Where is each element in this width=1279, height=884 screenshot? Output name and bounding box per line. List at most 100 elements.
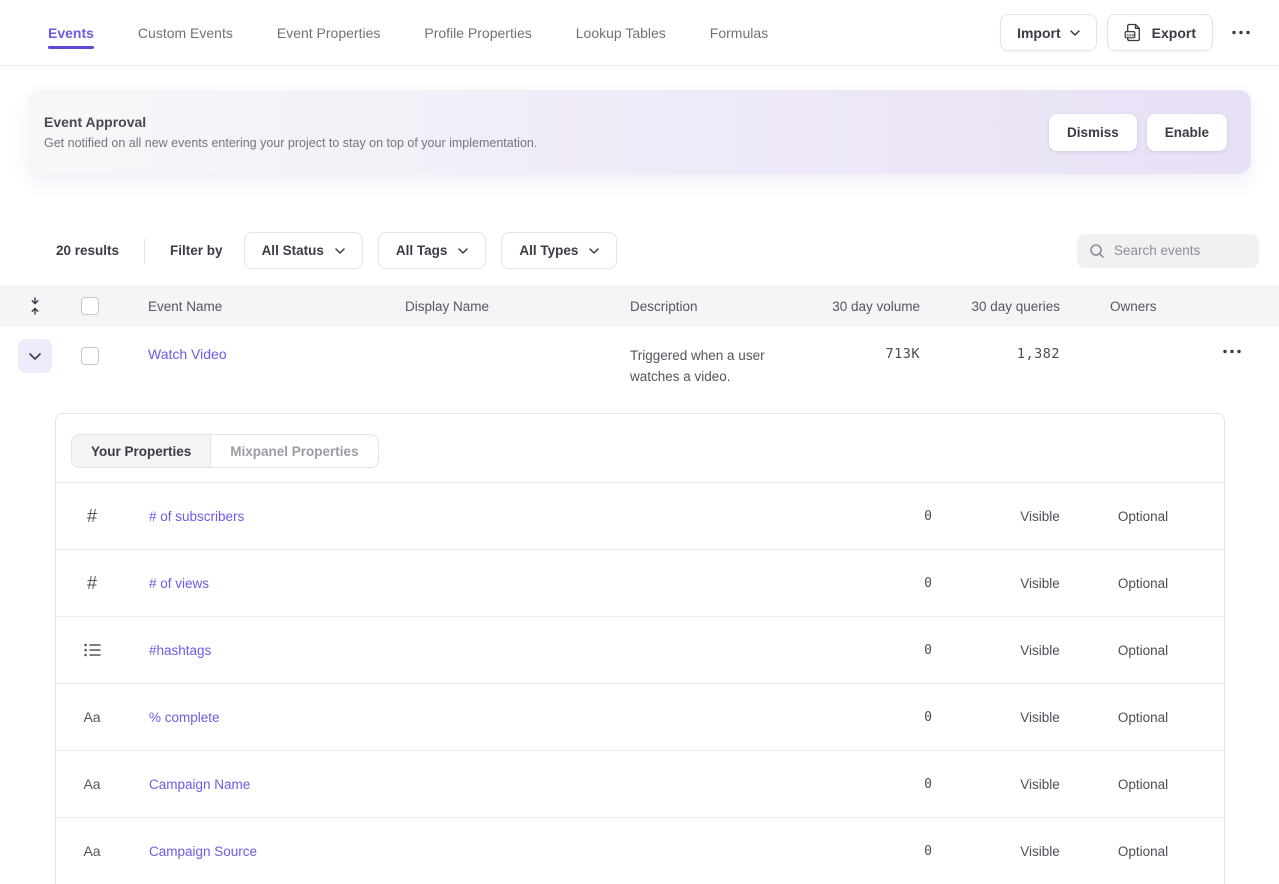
lexicon-page: Events Custom Events Event Properties Pr…: [0, 0, 1279, 884]
row-checkbox[interactable]: [81, 347, 99, 365]
chevron-down-icon: [335, 248, 345, 254]
banner-title: Event Approval: [44, 114, 537, 130]
nav-tabs: Events Custom Events Event Properties Pr…: [48, 0, 768, 65]
tab-event-properties[interactable]: Event Properties: [277, 0, 381, 65]
column-volume: 30 day volume: [822, 299, 920, 314]
property-visibility: Visible: [992, 576, 1088, 591]
row-more-button[interactable]: [1214, 343, 1250, 360]
more-options-button[interactable]: [1223, 24, 1259, 41]
collapse-vertical-icon: [29, 297, 41, 315]
dismiss-button[interactable]: Dismiss: [1049, 114, 1137, 151]
list-type-icon: [72, 643, 112, 657]
collapse-all-cell: [0, 295, 70, 317]
property-row: # # of views 0 Visible Optional: [56, 550, 1224, 617]
property-name-link[interactable]: % complete: [149, 710, 842, 725]
property-requirement: Optional: [1088, 643, 1198, 658]
chevron-down-icon: [589, 248, 599, 254]
tab-profile-properties[interactable]: Profile Properties: [424, 0, 531, 65]
column-description: Description: [630, 299, 822, 314]
events-table-header: Event Name Display Name Description 30 d…: [0, 285, 1279, 327]
filter-toolbar: 20 results Filter by All Status All Tags…: [56, 232, 1259, 269]
property-count: 0: [842, 777, 932, 792]
nav-actions: Import csv Export: [1000, 14, 1259, 51]
property-name-link[interactable]: #hashtags: [149, 643, 842, 658]
property-name-link[interactable]: Campaign Name: [149, 777, 842, 792]
export-label: Export: [1152, 25, 1196, 41]
select-all-cell: [70, 297, 148, 315]
property-count: 0: [842, 710, 932, 725]
property-visibility: Visible: [992, 844, 1088, 859]
volume-cell: 713K: [822, 346, 920, 362]
text-type-icon: Aa: [72, 709, 112, 725]
property-requirement: Optional: [1088, 710, 1198, 725]
tab-your-properties[interactable]: Your Properties: [71, 434, 211, 468]
column-owners: Owners: [1060, 299, 1205, 314]
property-row: #hashtags 0 Visible Optional: [56, 617, 1224, 684]
import-label: Import: [1017, 25, 1061, 41]
results-count: 20 results: [56, 243, 119, 258]
queries-cell: 1,382: [920, 346, 1060, 362]
select-all-checkbox[interactable]: [81, 297, 99, 315]
banner-actions: Dismiss Enable: [1049, 114, 1227, 151]
collapse-all-button[interactable]: [27, 295, 43, 317]
status-filter-dropdown[interactable]: All Status: [244, 232, 363, 269]
export-button[interactable]: csv Export: [1107, 14, 1213, 51]
column-event-name: Event Name: [148, 299, 405, 314]
top-nav: Events Custom Events Event Properties Pr…: [0, 0, 1279, 66]
filter-by-label: Filter by: [170, 243, 223, 258]
property-name-link[interactable]: # of subscribers: [149, 509, 842, 524]
types-filter-value: All Types: [519, 243, 578, 258]
row-actions-cell: [1205, 343, 1279, 360]
text-type-icon: Aa: [72, 776, 112, 792]
tab-lookup-tables[interactable]: Lookup Tables: [576, 0, 666, 65]
types-filter-dropdown[interactable]: All Types: [501, 232, 617, 269]
chevron-down-icon: [1070, 30, 1080, 36]
event-description: Triggered when a user watches a video.: [630, 345, 800, 387]
tags-filter-dropdown[interactable]: All Tags: [378, 232, 487, 269]
number-type-icon: #: [72, 573, 112, 594]
csv-file-icon: csv: [1124, 23, 1143, 42]
properties-panel-tabs: Your Properties Mixpanel Properties: [56, 414, 1224, 483]
property-row: Aa Campaign Name 0 Visible Optional: [56, 751, 1224, 818]
tab-events[interactable]: Events: [48, 0, 94, 65]
description-cell: Triggered when a user watches a video.: [630, 327, 822, 387]
banner-subtitle: Get notified on all new events entering …: [44, 136, 537, 150]
property-requirement: Optional: [1088, 509, 1198, 524]
property-requirement: Optional: [1088, 777, 1198, 792]
column-display-name: Display Name: [405, 299, 630, 314]
svg-text:csv: csv: [1126, 32, 1134, 37]
property-visibility: Visible: [992, 643, 1088, 658]
property-name-link[interactable]: # of views: [149, 576, 842, 591]
property-count: 0: [842, 844, 932, 859]
row-expander-button[interactable]: [18, 339, 52, 373]
toolbar-divider: [144, 239, 145, 263]
import-button[interactable]: Import: [1000, 14, 1097, 51]
property-requirement: Optional: [1088, 844, 1198, 859]
text-type-icon: Aa: [72, 843, 112, 859]
property-visibility: Visible: [992, 777, 1088, 792]
property-row: # # of subscribers 0 Visible Optional: [56, 483, 1224, 550]
event-name-link[interactable]: Watch Video: [148, 346, 227, 362]
tab-custom-events[interactable]: Custom Events: [138, 0, 233, 65]
more-horizontal-icon: [1222, 349, 1242, 354]
tags-filter-value: All Tags: [396, 243, 448, 258]
row-expander-cell: [0, 327, 70, 373]
tab-formulas[interactable]: Formulas: [710, 0, 768, 65]
property-row: Aa % complete 0 Visible Optional: [56, 684, 1224, 751]
chevron-down-icon: [29, 353, 41, 360]
event-name-cell: Watch Video: [148, 327, 405, 364]
property-requirement: Optional: [1088, 576, 1198, 591]
search-input[interactable]: [1114, 243, 1247, 258]
property-name-link[interactable]: Campaign Source: [149, 844, 842, 859]
property-count: 0: [842, 576, 932, 591]
search-icon: [1089, 243, 1105, 259]
tab-mixpanel-properties[interactable]: Mixpanel Properties: [211, 434, 378, 468]
search-box: [1077, 234, 1259, 268]
property-visibility: Visible: [992, 710, 1088, 725]
more-horizontal-icon: [1231, 30, 1251, 35]
property-visibility: Visible: [992, 509, 1088, 524]
property-count: 0: [842, 509, 932, 524]
column-queries: 30 day queries: [920, 299, 1060, 314]
enable-button[interactable]: Enable: [1147, 114, 1227, 151]
chevron-down-icon: [458, 248, 468, 254]
